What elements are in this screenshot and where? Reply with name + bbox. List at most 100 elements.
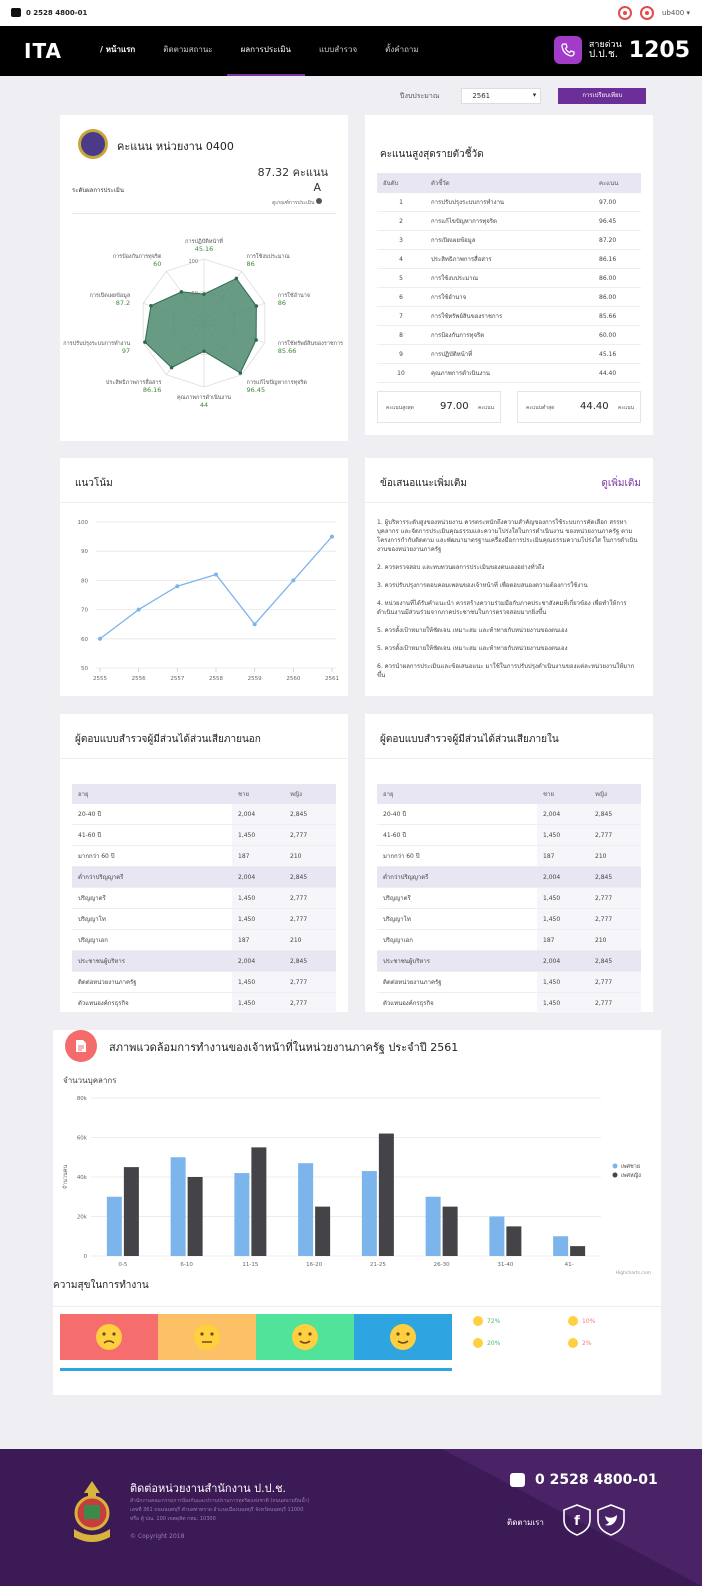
bar-female <box>442 1206 458 1256</box>
compare-button[interactable]: การเปรียบเทียบ <box>558 88 647 104</box>
bar-y-tick: 20k <box>77 1215 88 1221</box>
happiness-face-3 <box>256 1314 354 1360</box>
top-score-indicator: คุณภาพการดำเนินงาน <box>425 363 593 383</box>
top-score-indicator: การใช้อำนาจ <box>425 287 593 307</box>
demographic-label: มากกว่า 60 ปี <box>377 845 537 867</box>
demographic-label: ปริญญาตรี <box>72 887 232 909</box>
demographic-female: 2,777 <box>284 971 336 993</box>
max-score-box: คะแนนสูงสุด 97.00 คะแนน <box>377 391 501 423</box>
trend-x-tick: 2561 <box>325 676 339 682</box>
radar-value-label: 86.16 <box>143 386 162 394</box>
nav-item-results[interactable]: ผลการประเมิน <box>226 26 305 76</box>
bar-female <box>378 1133 394 1256</box>
demographic-female: 2,845 <box>284 866 336 888</box>
top-score-score: 87.20 <box>593 230 641 250</box>
top-score-rank: 10 <box>377 363 425 383</box>
nav-item-survey[interactable]: แบบสำรวจ <box>305 26 371 76</box>
top-score-score: 96.45 <box>593 211 641 231</box>
demographic-male: 187 <box>537 929 589 951</box>
see-more-link[interactable]: ดูเพิ่มเติม <box>601 476 641 491</box>
demographic-male: 1,450 <box>537 887 589 909</box>
top-score-rank: 9 <box>377 344 425 364</box>
hotline[interactable]: สายด่วน ป.ป.ช. 1205 <box>553 36 690 64</box>
external-title: ผู้ตอบแบบสำรวจผู้มีส่วนได้ส่วนเสียภายนอก <box>75 734 261 745</box>
demographic-female: 2,777 <box>284 992 336 1014</box>
bar-x-tick: 26-30 <box>434 1262 450 1268</box>
user-menu[interactable]: ub400 ▾ <box>662 9 690 17</box>
radar-point <box>202 292 206 296</box>
footer: ติดต่อหน่วยงานสำนักงาน ป.ป.ช. สำนักงานคณ… <box>0 1449 702 1586</box>
internal-table-wrap: อายุ ชาย หญิง 20-40 ปี 2,004 2,845 41-60 ปี… <box>377 784 641 1014</box>
bar-male <box>361 1171 377 1256</box>
happiness-strip <box>60 1314 452 1360</box>
ita-logo[interactable]: ITA <box>24 39 62 63</box>
radar-point <box>179 290 184 294</box>
nav-home[interactable]: / หน้าแรก <box>86 26 149 76</box>
legend-label: เพศชาย <box>621 1163 640 1170</box>
demographic-male: 1,450 <box>232 908 284 930</box>
trend-point <box>98 636 102 641</box>
col-male: ชาย <box>537 784 589 804</box>
year-select[interactable]: 2561 <box>461 88 542 104</box>
trend-x-tick: 2558 <box>209 676 223 682</box>
bar-female <box>251 1147 267 1256</box>
min-score-unit: คะแนน <box>618 405 635 411</box>
demographic-row: ปริญญาโท 1,450 2,777 <box>377 908 641 930</box>
radar-value-label: 96.45 <box>247 386 266 394</box>
bar-female <box>506 1226 522 1256</box>
trend-point <box>330 534 334 539</box>
top-score-indicator: การเปิดเผยข้อมูล <box>425 230 593 250</box>
bar-male <box>234 1173 250 1256</box>
top-score-score: 45.16 <box>593 344 641 364</box>
top-score-rank: 1 <box>377 193 425 212</box>
demographic-label: ต่ำกว่าปริญญาตรี <box>377 866 537 888</box>
demographic-row: มากกว่า 60 ปี 187 210 <box>72 845 336 867</box>
demographic-male: 1,450 <box>537 992 589 1014</box>
trend-x-tick: 2559 <box>248 676 262 682</box>
happiness-stat-value: 20% <box>487 1339 501 1347</box>
notification-icon[interactable] <box>618 6 632 20</box>
demographic-row: ต่ำกว่าปริญญาตรี 2,004 2,845 <box>72 866 336 888</box>
trend-x-tick: 2556 <box>132 676 146 682</box>
radar-value-label: 60 <box>153 260 161 268</box>
level-label: ระดับผลการประเมิน <box>72 187 124 194</box>
legend-marker <box>612 1163 618 1169</box>
demographic-female: 2,777 <box>284 908 336 930</box>
top-score-score: 86.00 <box>593 287 641 307</box>
demographic-row: ประชาชนผู้บริหาร 2,004 2,845 <box>377 950 641 972</box>
demographic-row: ตัวแทนองค์กรธุรกิจ 1,450 2,777 <box>377 992 641 1014</box>
internal-survey-card: ผู้ตอบแบบสำรวจผู้มีส่วนได้ส่วนเสียภายใน … <box>365 714 653 1014</box>
demographic-male: 1,450 <box>232 824 284 846</box>
demographic-female: 210 <box>589 845 641 867</box>
grade-criteria-link[interactable]: ดูเกณฑ์การประเมิน <box>272 198 322 207</box>
demographic-label: ปริญญาตรี <box>377 887 537 909</box>
demographic-female: 2,777 <box>589 992 641 1014</box>
top-score-score: 85.66 <box>593 306 641 326</box>
demographic-row: 41-60 ปี 1,450 2,777 <box>72 824 336 846</box>
trend-point <box>136 607 141 612</box>
hotline-number: 1205 <box>628 37 690 63</box>
message-icon[interactable] <box>640 6 654 20</box>
demographic-label: ปริญญาเอก <box>72 929 232 951</box>
emoji-icon <box>473 1338 483 1348</box>
demographic-male: 187 <box>232 929 284 951</box>
trend-point <box>214 572 218 577</box>
environment-title: สภาพแวดล้อมการทำงานของเจ้าหน้าที่ในหน่วย… <box>109 1041 459 1054</box>
top-score-row: 2 การแก้ไขปัญหาการทุจริต 96.45 <box>377 211 641 231</box>
col-age: อายุ <box>72 784 232 804</box>
demographic-female: 2,777 <box>589 824 641 846</box>
radar-value-label: 86 <box>278 299 286 307</box>
facebook-icon[interactable]: f <box>563 1504 591 1538</box>
twitter-icon[interactable] <box>597 1504 625 1538</box>
top-score-score: 60.00 <box>593 325 641 345</box>
demographic-female: 2,845 <box>284 950 336 972</box>
radar-axis-label: การป้องกันการทุจริต <box>113 253 162 260</box>
demographic-label: ปริญญาเอก <box>377 929 537 951</box>
radar-chart: การปฏิบัติหน้าที่45.16การใช้งบประมาณ86กา… <box>63 237 343 409</box>
nav-item-status[interactable]: ติดตามสถานะ <box>149 26 226 76</box>
emoji-icon <box>568 1316 578 1326</box>
nav-item-question[interactable]: ตั้งคำถาม <box>371 26 433 76</box>
suggestion-item: 4. หน่วยงานที่ได้รับคำแนะนำ ควรสร้างความ… <box>377 600 627 616</box>
demographic-female: 2,777 <box>589 887 641 909</box>
bar-male <box>298 1163 314 1256</box>
